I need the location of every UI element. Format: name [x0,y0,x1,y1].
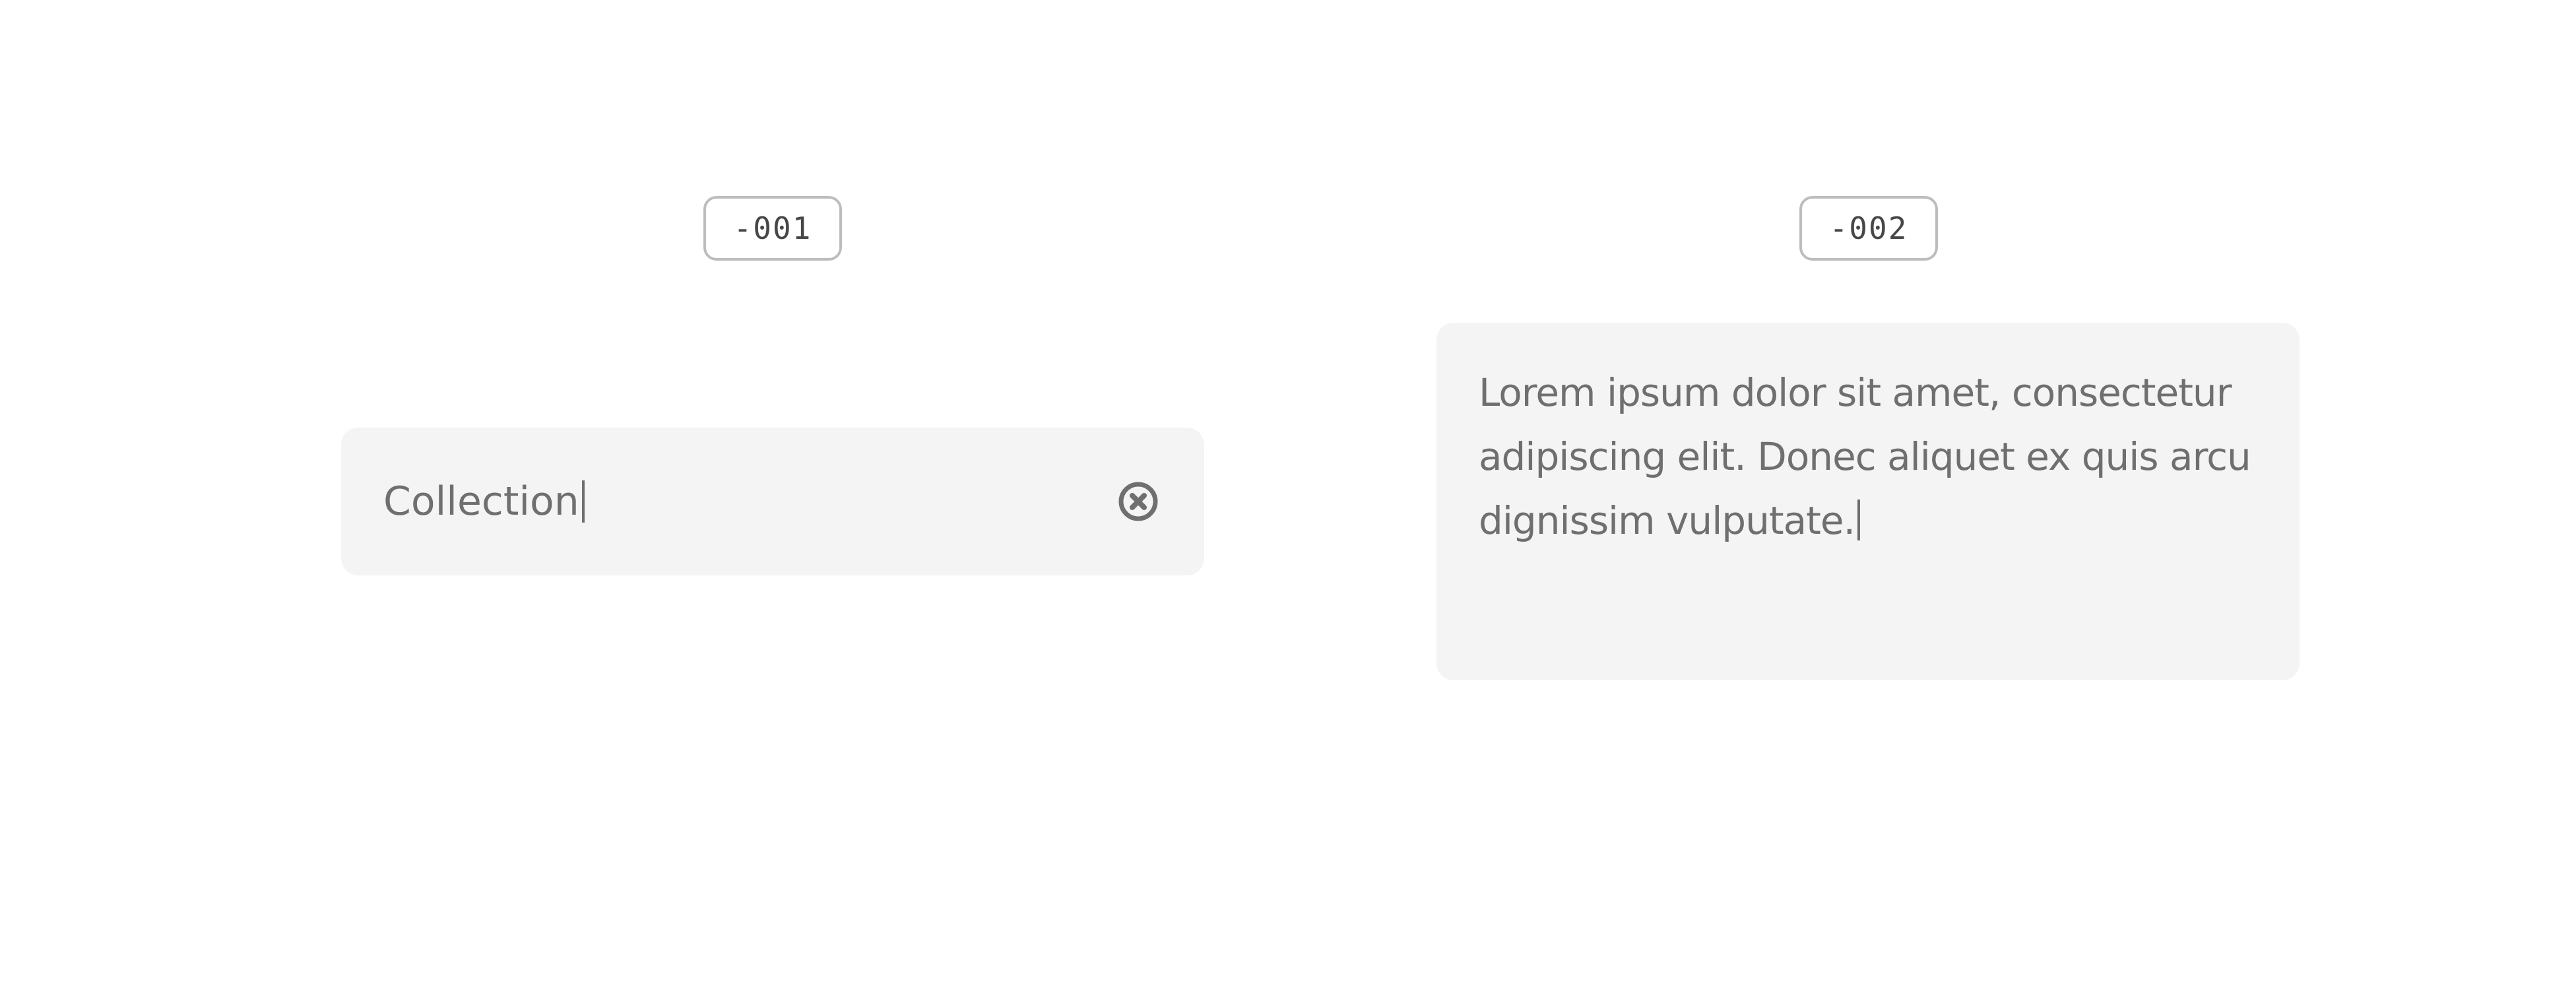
variant-tag-001: -001 [703,196,842,261]
variant-tag-002: -002 [1799,196,1938,261]
text-caret [581,480,585,523]
input-value: Collection [383,478,579,525]
multi-line-textarea[interactable]: Lorem ipsum dolor sit amet, consectetur … [1436,323,2300,680]
circle-x-icon [1118,482,1158,521]
textarea-content: Lorem ipsum dolor sit amet, consectetur … [1479,361,2260,553]
clear-input-button[interactable] [1117,480,1159,523]
input-value-wrapper[interactable]: Collection [383,478,585,525]
textarea-value: Lorem ipsum dolor sit amet, consectetur … [1479,370,2251,543]
text-caret [1857,500,1861,540]
single-line-input[interactable]: Collection [341,428,1204,575]
